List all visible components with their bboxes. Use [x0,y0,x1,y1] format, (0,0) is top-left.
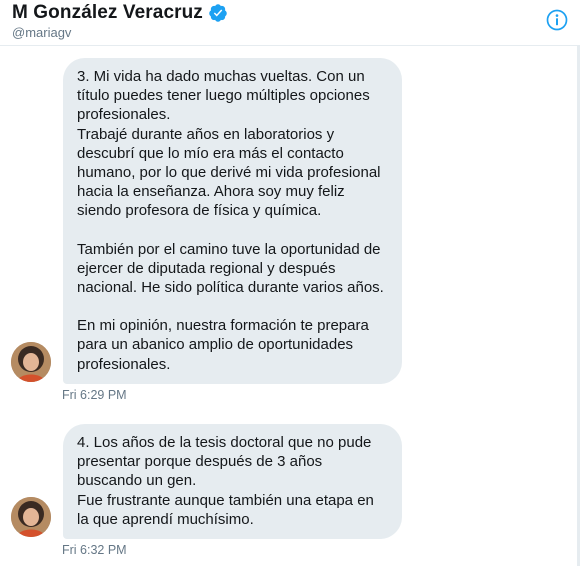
avatar[interactable] [11,342,51,382]
name-row: M González Veracruz [12,2,228,24]
message-paragraph: 4. Los años de la tesis doctoral que no … [77,434,372,490]
avatar[interactable] [11,497,51,537]
message-paragraph: También por el camino tuve la oportunida… [77,240,384,297]
user-handle[interactable]: @mariagv [12,25,71,40]
message-paragraph: En mi opinión, nuestra formación te prep… [77,317,369,373]
message-bubble[interactable]: 3. Mi vida ha dado muchas vueltas. Con u… [63,58,402,384]
verified-badge-icon [208,3,228,23]
message-timestamp: Fri 6:29 PM [62,388,127,402]
message-paragraph: Fue frustrante aunque también una etapa … [77,491,374,528]
message-paragraph: 3. Mi vida ha dado muchas vueltas. Con u… [77,68,370,124]
display-name[interactable]: M González Veracruz [12,2,203,24]
info-icon[interactable] [546,9,568,31]
message-paragraph: Trabajé durante años en laboratorios y d… [77,125,381,220]
message-bubble[interactable]: 4. Los años de la tesis doctoral que no … [63,424,402,540]
conversation-header: M González Veracruz @mariagv [0,0,580,46]
message-timestamp: Fri 6:32 PM [62,543,127,557]
